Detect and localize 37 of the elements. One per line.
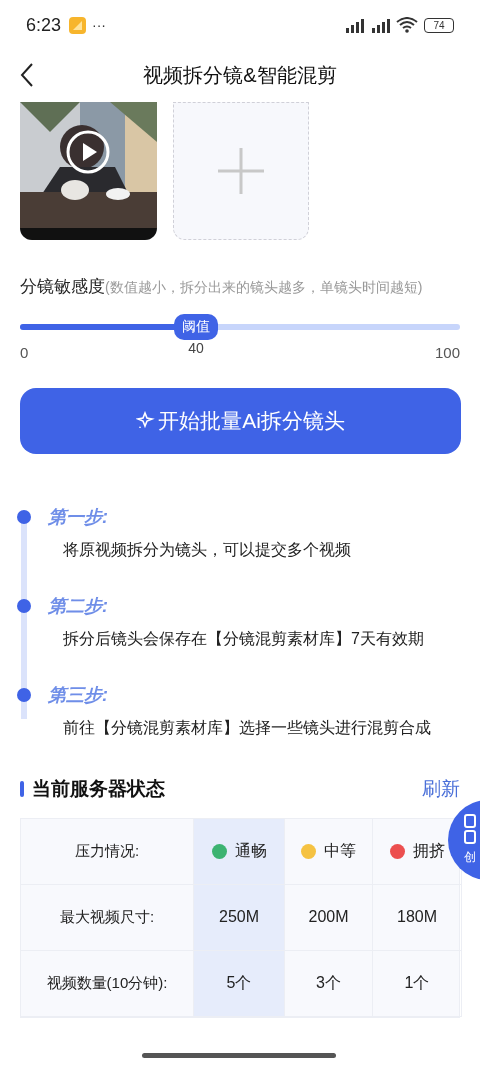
status-label: 拥挤 — [412, 841, 445, 861]
step-title: 第一步: — [48, 506, 108, 529]
size-value: 250M — [219, 907, 259, 927]
slider-min: 0 — [20, 342, 29, 363]
slider-value: 40 — [188, 338, 204, 358]
more-notifications: ··· — [92, 15, 107, 35]
sensitivity-label: 分镜敏感度 — [20, 276, 105, 298]
start-split-button[interactable]: 开始批量Ai拆分镜头 — [20, 388, 461, 454]
slider-max: 100 — [434, 342, 460, 363]
status-label: 通畅 — [234, 841, 267, 861]
step-text: 前往【分镜混剪素材库】选择一些镜头进行混剪合成 — [63, 718, 431, 738]
sparkle-icon — [136, 411, 157, 431]
count-value: 1个 — [404, 973, 430, 993]
step-text: 将原视频拆分为镜头，可以提交多个视频 — [63, 540, 351, 560]
app-notification-icon — [69, 16, 87, 34]
status-time: 6:23 — [26, 13, 62, 37]
page-title: 视频拆分镜&智能混剪 — [143, 63, 337, 88]
status-label: 中等 — [324, 841, 356, 861]
step-text: 拆分后镜头会保存在【分镜混剪素材库】7天有效期 — [63, 629, 424, 649]
battery-indicator: 74 — [424, 17, 454, 33]
signal-icon — [344, 17, 366, 33]
grid-icon — [464, 814, 476, 844]
sensitivity-hint: (数值越小，拆分出来的镜头越多，单镜头时间越短) — [105, 278, 423, 297]
signal-icon — [370, 17, 392, 33]
section-title: 当前服务器状态 — [32, 777, 165, 801]
back-icon[interactable] — [20, 63, 34, 87]
step-title: 第二步: — [48, 595, 108, 618]
plus-icon — [218, 148, 264, 194]
count-value: 3个 — [316, 973, 341, 993]
slider-thumb[interactable]: 阈值 — [174, 313, 218, 340]
play-icon[interactable] — [66, 130, 110, 174]
size-value: 200M — [308, 907, 349, 927]
size-value: 180M — [397, 907, 437, 927]
floating-label: 创 — [464, 849, 476, 866]
step-title: 第三步: — [48, 684, 108, 707]
wifi-icon — [396, 17, 418, 33]
count-value: 5个 — [226, 973, 252, 993]
